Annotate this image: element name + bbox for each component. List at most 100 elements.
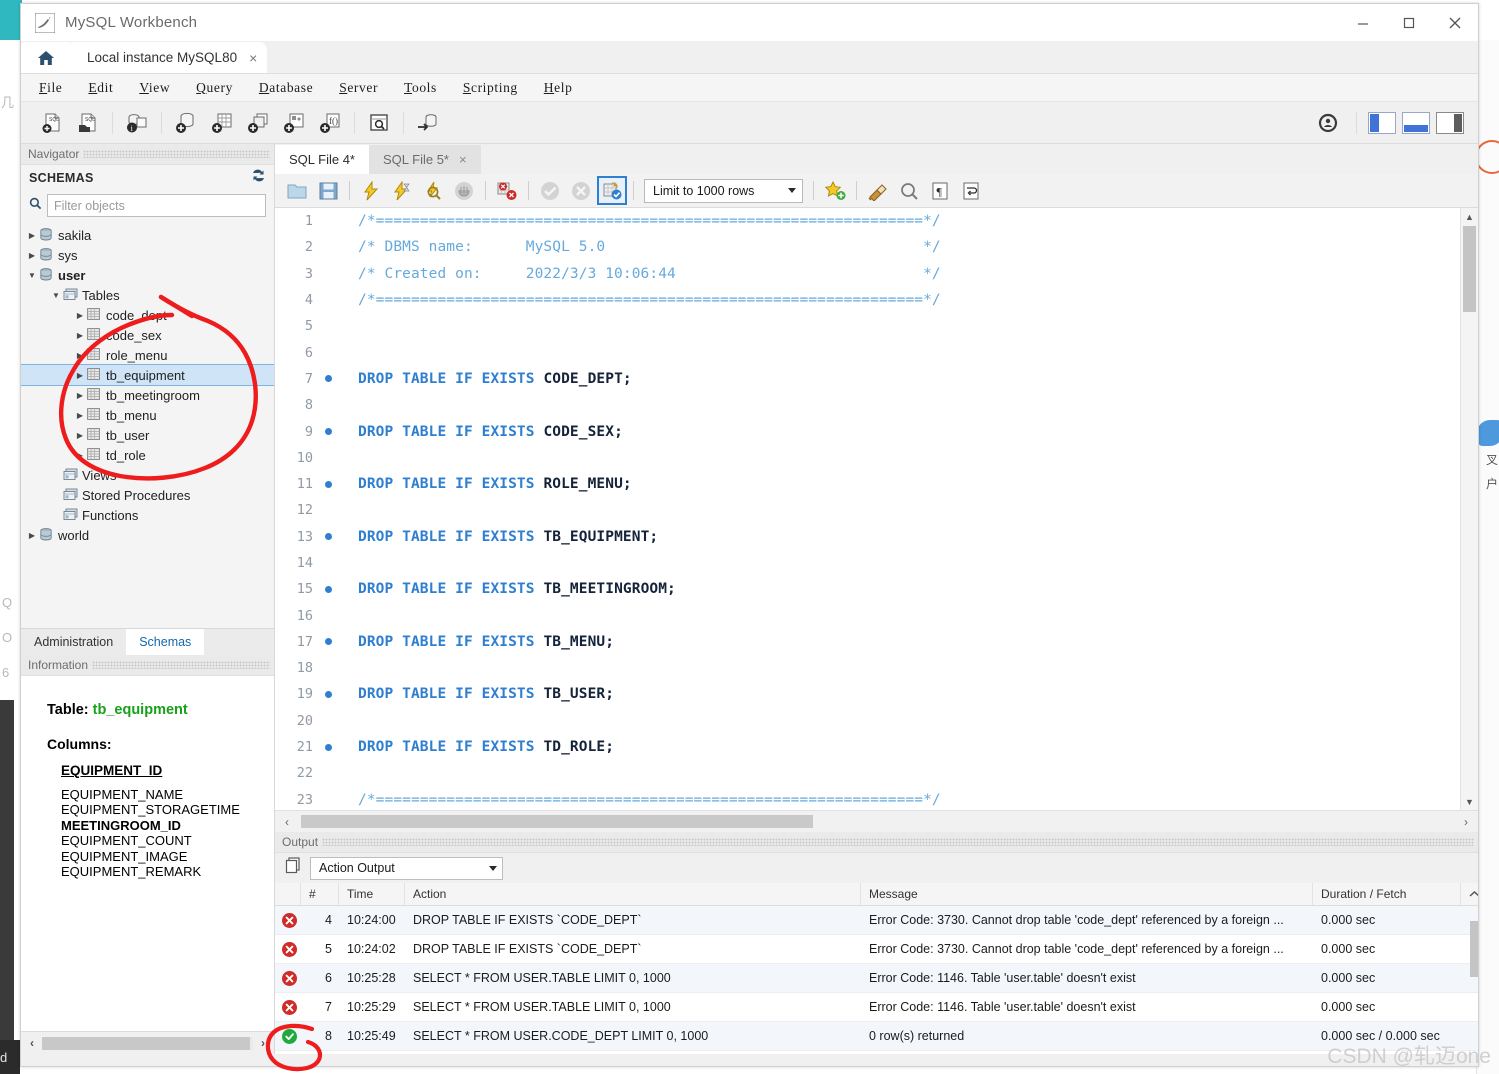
chevron-right-icon[interactable]: ▶ xyxy=(73,351,87,360)
chevron-right-icon[interactable]: ▶ xyxy=(73,371,87,380)
table-row[interactable]: 8 10:25:49 SELECT * FROM USER.CODE_DEPT LI… xyxy=(275,1022,1478,1051)
new-view-icon[interactable] xyxy=(241,107,275,139)
code-line[interactable]: 9 DROP TABLE IF EXISTS CODE_SEX; xyxy=(275,418,1460,444)
scroll-down-icon[interactable]: ▼ xyxy=(1461,793,1478,810)
code-line[interactable]: 18 xyxy=(275,655,1460,681)
statement-marker-icon[interactable] xyxy=(320,428,336,436)
code-line[interactable]: 14 xyxy=(275,550,1460,576)
chevron-right-icon[interactable]: ▶ xyxy=(25,231,39,240)
tab-sql-file-5-close-icon[interactable]: × xyxy=(459,152,467,167)
output-mode-icon[interactable] xyxy=(285,857,302,879)
editor-scroll-thumb[interactable] xyxy=(1463,226,1476,312)
table-row[interactable]: 6 10:25:28 SELECT * FROM USER.TABLE LIMIT … xyxy=(275,964,1478,993)
code-line[interactable]: 4 /*=====================================… xyxy=(275,287,1460,313)
tree-item-code-dept[interactable]: ▶ code_dept xyxy=(21,305,274,325)
beautify-sql-icon[interactable] xyxy=(863,177,893,204)
statement-marker-icon[interactable] xyxy=(320,533,336,541)
chevron-down-icon[interactable]: ▼ xyxy=(49,291,63,300)
code-line[interactable]: 15 DROP TABLE IF EXISTS TB_MEETINGROOM; xyxy=(275,576,1460,602)
code-line[interactable]: 10 xyxy=(275,445,1460,471)
tree-item-role-menu[interactable]: ▶ role_menu xyxy=(21,345,274,365)
tree-item-stored-procedures[interactable]: Stored Procedures xyxy=(21,485,274,505)
statement-marker-icon[interactable] xyxy=(320,690,336,698)
tab-schemas[interactable]: Schemas xyxy=(126,629,205,655)
menu-tools[interactable]: Tools xyxy=(404,80,437,96)
admin-target-icon[interactable] xyxy=(1311,107,1345,139)
autocommit-icon[interactable] xyxy=(597,176,627,205)
save-file-icon[interactable] xyxy=(313,177,343,204)
chevron-right-icon[interactable]: ▶ xyxy=(73,451,87,460)
menu-file[interactable]: File xyxy=(39,80,62,96)
open-file-icon[interactable] xyxy=(282,177,312,204)
code-line[interactable]: 5 xyxy=(275,313,1460,339)
tab-sql-file-5[interactable]: SQL File 5* × xyxy=(369,145,481,174)
tree-item-sys[interactable]: ▶ sys xyxy=(21,245,274,265)
new-routine-icon[interactable] xyxy=(277,107,311,139)
scroll-right-icon[interactable]: › xyxy=(255,1036,271,1050)
chevron-right-icon[interactable]: ▶ xyxy=(73,411,87,420)
sql-code-lines[interactable]: 1 /*=====================================… xyxy=(275,208,1460,810)
new-schema-icon[interactable] xyxy=(169,107,203,139)
statement-marker-icon[interactable] xyxy=(320,585,336,593)
code-line[interactable]: 17 DROP TABLE IF EXISTS TB_MENU; xyxy=(275,629,1460,655)
new-table-icon[interactable] xyxy=(205,107,239,139)
tree-item-td-role[interactable]: ▶ td_role xyxy=(21,445,274,465)
open-sql-script-icon[interactable]: SQL xyxy=(71,107,105,139)
scroll-track[interactable] xyxy=(42,1036,253,1050)
home-tab[interactable] xyxy=(21,42,71,73)
menu-query[interactable]: Query xyxy=(196,80,233,96)
toggle-output-button[interactable] xyxy=(1402,111,1430,134)
explain-icon[interactable] xyxy=(418,177,448,204)
tree-item-functions[interactable]: Functions xyxy=(21,505,274,525)
tab-local-instance-mysql80[interactable]: Local instance MySQL80 × xyxy=(71,42,268,73)
code-line[interactable]: 6 xyxy=(275,339,1460,365)
editor-hscroll-track[interactable] xyxy=(295,815,1458,828)
new-sql-tab-icon[interactable]: SQL xyxy=(35,107,69,139)
inspect-schema-icon[interactable] xyxy=(362,107,396,139)
tree-item-tb-menu[interactable]: ▶ tb_menu xyxy=(21,405,274,425)
tab-sql-file-4[interactable]: SQL File 4* xyxy=(275,145,369,174)
limit-rows-select[interactable]: Limit to 1000 rows xyxy=(644,178,803,203)
code-line[interactable]: 22 xyxy=(275,760,1460,786)
code-line[interactable]: 21 DROP TABLE IF EXISTS TD_ROLE; xyxy=(275,734,1460,760)
tree-item-views[interactable]: Views xyxy=(21,465,274,485)
connection-info-icon[interactable]: i xyxy=(120,107,154,139)
menu-help[interactable]: Help xyxy=(544,80,573,96)
chevron-right-icon[interactable]: ▶ xyxy=(73,311,87,320)
menu-edit[interactable]: Edit xyxy=(88,80,113,96)
table-row[interactable]: 7 10:25:29 SELECT * FROM USER.TABLE LIMIT … xyxy=(275,993,1478,1022)
table-row[interactable]: 4 10:24:00 DROP TABLE IF EXISTS `CODE_DEPT… xyxy=(275,906,1478,935)
statement-marker-icon[interactable] xyxy=(320,375,336,383)
code-line[interactable]: 23 /*====================================… xyxy=(275,787,1460,810)
tree-item-tb-meetingroom[interactable]: ▶ tb_meetingroom xyxy=(21,385,274,405)
chevron-right-icon[interactable]: ▶ xyxy=(25,531,39,540)
tree-item-world[interactable]: ▶ world xyxy=(21,525,274,545)
navigator-horizontal-scrollbar[interactable]: ‹ › xyxy=(21,1031,274,1054)
editor-hscroll-thumb[interactable] xyxy=(301,815,813,828)
code-line[interactable]: 11 DROP TABLE IF EXISTS ROLE_MENU; xyxy=(275,471,1460,497)
editor-vertical-scrollbar[interactable]: ▲ ▼ xyxy=(1460,208,1478,810)
tab-administration[interactable]: Administration xyxy=(21,629,126,655)
wrap-lines-icon[interactable] xyxy=(956,177,986,204)
new-function-icon[interactable]: f() xyxy=(313,107,347,139)
execute-icon[interactable] xyxy=(356,177,386,204)
statement-marker-icon[interactable] xyxy=(320,638,336,646)
refresh-icon[interactable] xyxy=(251,169,266,187)
menu-view[interactable]: View xyxy=(139,80,170,96)
filter-objects-input[interactable]: Filter objects xyxy=(47,194,266,217)
tree-item-sakila[interactable]: ▶ sakila xyxy=(21,225,274,245)
code-line[interactable]: 16 xyxy=(275,602,1460,628)
code-line[interactable]: 2 /* DBMS name: MySQL 5.0 */ xyxy=(275,234,1460,260)
output-mode-select[interactable]: Action Output xyxy=(310,856,503,880)
statement-marker-icon[interactable] xyxy=(320,480,336,488)
close-button[interactable] xyxy=(1432,4,1478,41)
scroll-left-icon[interactable]: ‹ xyxy=(24,1036,40,1050)
menu-server[interactable]: Server xyxy=(339,80,378,96)
chevron-right-icon[interactable]: ▶ xyxy=(73,391,87,400)
scroll-up-icon[interactable]: ▲ xyxy=(1461,208,1478,225)
tree-item-tb-user[interactable]: ▶ tb_user xyxy=(21,425,274,445)
code-line[interactable]: 7 DROP TABLE IF EXISTS CODE_DEPT; xyxy=(275,366,1460,392)
menu-scripting[interactable]: Scripting xyxy=(463,80,518,96)
chevron-down-icon[interactable]: ▼ xyxy=(25,271,39,280)
find-icon[interactable] xyxy=(894,177,924,204)
